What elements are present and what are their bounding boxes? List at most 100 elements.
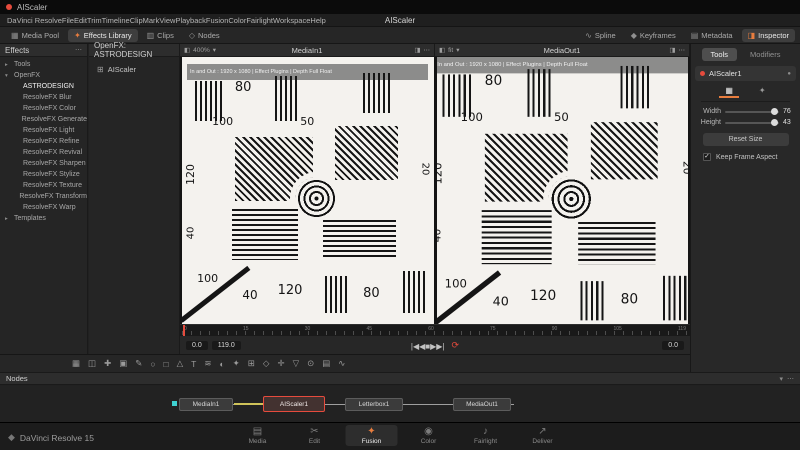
- viewer-overlay-icon[interactable]: ◨: [669, 46, 675, 54]
- node-tool-icon[interactable]: ▣: [119, 358, 127, 369]
- controls-subtab-icon[interactable]: ▦: [719, 85, 739, 98]
- menu-item[interactable]: Help: [310, 16, 325, 25]
- page-tab[interactable]: ▤ Media: [232, 425, 284, 446]
- effects-tree-item[interactable]: ResolveFX Warp: [0, 202, 87, 213]
- openfx-item-aiscaler[interactable]: ⊞ AIScaler: [89, 57, 179, 74]
- node-tool-icon[interactable]: ◇: [263, 358, 270, 369]
- menu-item[interactable]: View: [159, 16, 175, 25]
- effects-tree-item[interactable]: ▸ Tools: [0, 59, 87, 70]
- node-tool-icon[interactable]: ▽: [293, 358, 300, 369]
- inspector-tab[interactable]: Tools: [702, 48, 738, 61]
- effects-tree-item[interactable]: ResolveFX Generate: [0, 114, 87, 125]
- node-tool-icon[interactable]: ▦: [72, 358, 80, 369]
- menu-item[interactable]: Mark: [143, 16, 160, 25]
- transport-button[interactable]: ▶|: [436, 342, 444, 351]
- node-tool-icon[interactable]: ◐: [220, 359, 225, 369]
- render-end-field[interactable]: 119.0: [212, 341, 241, 350]
- height-slider-knob[interactable]: [771, 119, 778, 126]
- node-graph[interactable]: MediaIn1 AIScaler1 Letterbox1 MediaOut1: [0, 386, 800, 422]
- page-tab[interactable]: ↗ Deliver: [517, 425, 569, 446]
- node-tool-icon[interactable]: ▤: [322, 358, 330, 369]
- menu-item[interactable]: Edit: [74, 16, 87, 25]
- node-tool-icon[interactable]: ≋: [204, 358, 211, 369]
- node-tool-icon[interactable]: △: [177, 358, 184, 369]
- effects-tree-item[interactable]: ResolveFX Sharpen: [0, 158, 87, 169]
- panel-menu-icon[interactable]: ⋯: [75, 46, 82, 54]
- node-tool-icon[interactable]: ✛: [277, 358, 284, 369]
- node-enable-toggle[interactable]: ●: [787, 71, 791, 77]
- tree-expand-icon[interactable]: ▾: [5, 73, 11, 79]
- menu-item[interactable]: Color: [228, 16, 246, 25]
- node-tool-icon[interactable]: ○: [150, 359, 155, 369]
- effects-tree-item[interactable]: ResolveFX Refine: [0, 136, 87, 147]
- effects-tree-item[interactable]: ResolveFX Revival: [0, 147, 87, 158]
- toolbar-button[interactable]: ◨ Inspector: [742, 29, 795, 42]
- viewer-split-icon[interactable]: ◧: [439, 46, 445, 54]
- page-tab[interactable]: ♪ Fairlight: [460, 425, 512, 446]
- page-tab[interactable]: ✦ Fusion: [346, 425, 398, 446]
- viewer-mediaout[interactable]: In and Out : 1920 x 1080 | Effect Plugin…: [437, 57, 689, 324]
- chevron-down-icon[interactable]: ▾: [213, 46, 216, 54]
- transport-button[interactable]: |◀: [411, 342, 419, 351]
- node-tool-icon[interactable]: ✚: [104, 358, 111, 369]
- toolbar-button[interactable]: ◆ Keyframes: [625, 29, 682, 42]
- node-tool-icon[interactable]: ◫: [88, 358, 96, 369]
- effects-tree-item[interactable]: ASTRODESIGN: [0, 81, 87, 92]
- collapse-icon[interactable]: ▾: [779, 375, 783, 383]
- timeline-ruler[interactable]: 0153045607590105119: [180, 324, 690, 336]
- node-tool-icon[interactable]: T: [191, 359, 196, 369]
- loop-button[interactable]: ⟳: [452, 340, 460, 351]
- current-frame-field[interactable]: 0.0: [662, 341, 684, 350]
- page-tab[interactable]: ◉ Color: [403, 425, 455, 446]
- chevron-down-icon[interactable]: ▾: [456, 46, 459, 54]
- node-tool-icon[interactable]: □: [163, 359, 168, 369]
- viewer-split-icon[interactable]: ◧: [184, 46, 190, 54]
- effects-tree-item[interactable]: ▾ OpenFX: [0, 70, 87, 81]
- viewer-menu-icon[interactable]: ⋯: [424, 46, 431, 54]
- node-letterbox1[interactable]: Letterbox1: [345, 398, 403, 411]
- viewer-overlay-icon[interactable]: ◨: [414, 46, 420, 54]
- node-mediaout1[interactable]: MediaOut1: [453, 398, 511, 411]
- node-tool-icon[interactable]: ✦: [233, 358, 240, 369]
- toolbar-button[interactable]: ✦ Effects Library: [68, 29, 138, 42]
- effects-tree-item[interactable]: ResolveFX Stylize: [0, 169, 87, 180]
- toolbar-button[interactable]: ▦ Media Pool: [5, 29, 65, 42]
- width-value[interactable]: 76: [783, 108, 796, 115]
- viewer-menu-icon[interactable]: ⋯: [679, 46, 686, 54]
- tree-expand-icon[interactable]: ▸: [5, 216, 11, 222]
- node-tool-icon[interactable]: ✎: [135, 358, 142, 369]
- reset-size-button[interactable]: Reset Size: [703, 133, 789, 146]
- menu-item[interactable]: Fairlight: [246, 16, 273, 25]
- render-start-field[interactable]: 0.0: [186, 341, 208, 350]
- effects-tree-item[interactable]: ResolveFX Blur: [0, 92, 87, 103]
- menu-item[interactable]: Timeline: [102, 16, 130, 25]
- menu-item[interactable]: Fusion: [206, 16, 229, 25]
- toolbar-button[interactable]: ◇ Nodes: [183, 29, 226, 42]
- effects-tree-item[interactable]: ResolveFX Transform: [0, 191, 87, 202]
- viewer-zoom-value[interactable]: 400%: [193, 47, 210, 54]
- height-value[interactable]: 43: [783, 119, 796, 126]
- menu-item[interactable]: File: [62, 16, 74, 25]
- menu-item[interactable]: Workspace: [273, 16, 310, 25]
- keep-frame-aspect-checkbox[interactable]: ✓: [703, 153, 711, 161]
- effects-tree-item[interactable]: ▸ Templates: [0, 213, 87, 224]
- menu-item[interactable]: Playback: [175, 16, 205, 25]
- effects-tree-item[interactable]: ResolveFX Texture: [0, 180, 87, 191]
- inspector-node-row[interactable]: AIScaler1 ●: [695, 66, 796, 81]
- toolbar-button[interactable]: ▥ Clips: [141, 29, 180, 42]
- menu-item[interactable]: Trim: [87, 16, 102, 25]
- page-tab[interactable]: ✂ Edit: [289, 425, 341, 446]
- node-aiscaler1[interactable]: AIScaler1: [263, 396, 325, 412]
- settings-subtab-icon[interactable]: ✦: [753, 85, 772, 98]
- node-tool-icon[interactable]: ∿: [338, 358, 345, 369]
- toolbar-button[interactable]: ▤ Metadata: [685, 29, 739, 42]
- toolbar-button[interactable]: ∿ Spline: [579, 29, 622, 42]
- width-slider-knob[interactable]: [771, 108, 778, 115]
- node-tool-icon[interactable]: ⊙: [307, 358, 314, 369]
- menu-item[interactable]: DaVinci Resolve: [7, 16, 62, 25]
- effects-tree-item[interactable]: ResolveFX Color: [0, 103, 87, 114]
- effects-tree-item[interactable]: ResolveFX Light: [0, 125, 87, 136]
- tree-expand-icon[interactable]: ▸: [5, 62, 11, 68]
- menu-item[interactable]: Clip: [130, 16, 143, 25]
- viewer-zoom-value[interactable]: fit: [448, 47, 453, 54]
